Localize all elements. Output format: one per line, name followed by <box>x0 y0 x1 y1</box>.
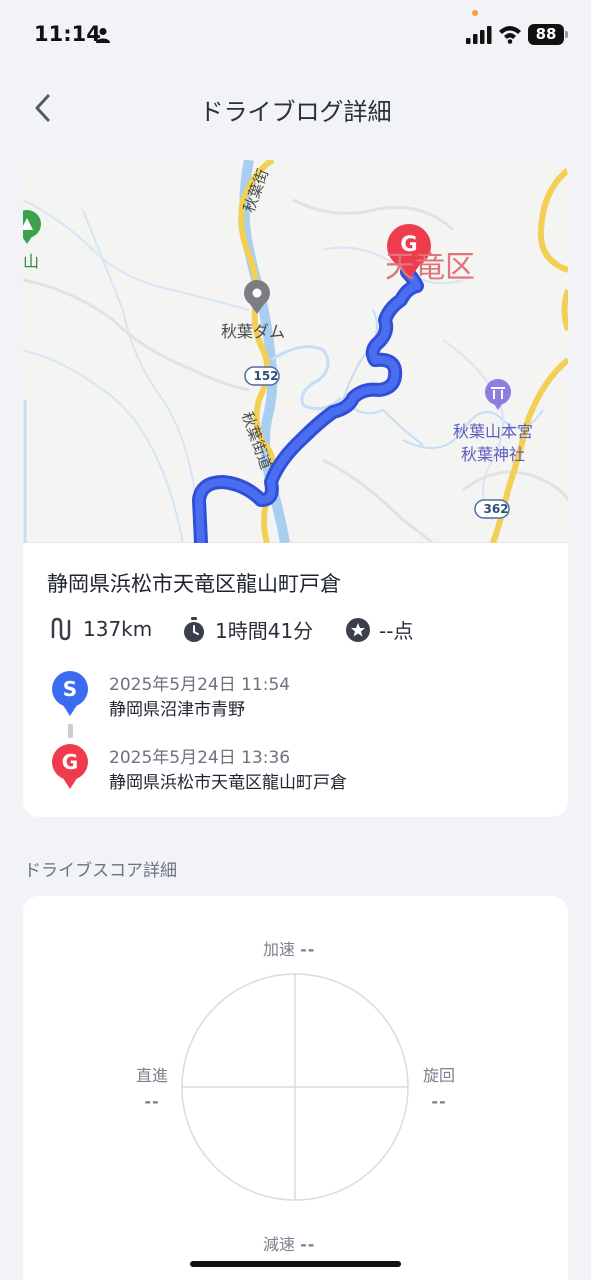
svg-text:G: G <box>62 750 78 774</box>
score-section-title: ドライブスコア詳細 <box>24 861 177 881</box>
status-time: 11:14 <box>34 22 101 46</box>
goal-datetime: 2025年5月24日 13:36 <box>109 748 291 768</box>
score-stat: --点 <box>345 615 413 644</box>
waypoint-connector <box>68 724 73 738</box>
cellular-signal-icon <box>466 26 492 44</box>
route-number-362: 362 <box>483 502 509 516</box>
distance-value: 137km <box>83 617 153 641</box>
acceleration-value: -- <box>300 940 316 959</box>
route-icon <box>51 617 71 641</box>
acceleration-label: 加速 <box>263 940 296 959</box>
trip-summary-card: 山 秋葉ダム 152 362 秋葉街 秋葉街道 秋葉山本宮 秋葉神社 天竜区 G… <box>23 160 568 817</box>
person-icon <box>96 28 110 43</box>
straight-metric: 直進 -- <box>134 1062 170 1111</box>
start-pin-icon: S <box>52 671 88 716</box>
acceleration-metric: 加速 -- <box>263 936 315 960</box>
route-map[interactable]: 山 秋葉ダム 152 362 秋葉街 秋葉街道 秋葉山本宮 秋葉神社 天竜区 G <box>23 160 568 543</box>
destination-address: 静岡県浜松市天竜区龍山町戸倉 <box>47 572 341 596</box>
svg-text:S: S <box>63 677 77 701</box>
deceleration-label: 減速 <box>263 1235 296 1254</box>
goal-pin-icon: G <box>52 744 88 789</box>
map-label-shrine-2: 秋葉神社 <box>461 445 526 464</box>
page-title: ドライブログ詳細 <box>199 98 392 126</box>
star-badge-icon <box>346 617 370 642</box>
straight-value: -- <box>144 1092 160 1111</box>
turning-label: 旋回 <box>422 1066 455 1085</box>
deceleration-metric: 減速 -- <box>263 1231 315 1255</box>
turning-value: -- <box>431 1092 447 1111</box>
battery-indicator: 88 <box>528 24 564 45</box>
map-label-dam: 秋葉ダム <box>221 322 286 341</box>
route-number-152: 152 <box>253 369 279 383</box>
start-place: 静岡県沼津市青野 <box>109 700 245 720</box>
duration-stat: 1時間41分 <box>181 615 313 644</box>
straight-label: 直進 <box>135 1066 168 1085</box>
privacy-indicator-dot <box>472 10 478 16</box>
distance-stat: 137km <box>47 615 152 643</box>
score-value: --点 <box>379 619 414 643</box>
goal-place: 静岡県浜松市天竜区龍山町戸倉 <box>109 773 347 793</box>
deceleration-value: -- <box>300 1235 316 1254</box>
trip-stats: 137km 1時間41分 --点 <box>47 615 547 645</box>
map-canvas <box>23 160 568 543</box>
stopwatch-icon <box>184 616 204 642</box>
status-bar: 11:14 88 <box>0 0 591 70</box>
battery-cap <box>565 31 568 38</box>
turning-metric: 旋回 -- <box>421 1062 457 1111</box>
map-label-shrine-1: 秋葉山本宮 <box>453 422 534 441</box>
start-datetime: 2025年5月24日 11:54 <box>109 675 291 695</box>
duration-value: 1時間41分 <box>215 619 314 643</box>
wifi-icon <box>499 26 521 44</box>
map-goal-marker[interactable]: G <box>387 232 431 256</box>
home-indicator[interactable] <box>190 1261 401 1267</box>
map-label-mountain: 山 <box>23 252 40 271</box>
score-detail-card: 加速 -- 直進 -- 旋回 -- 減速 -- <box>23 896 568 1280</box>
